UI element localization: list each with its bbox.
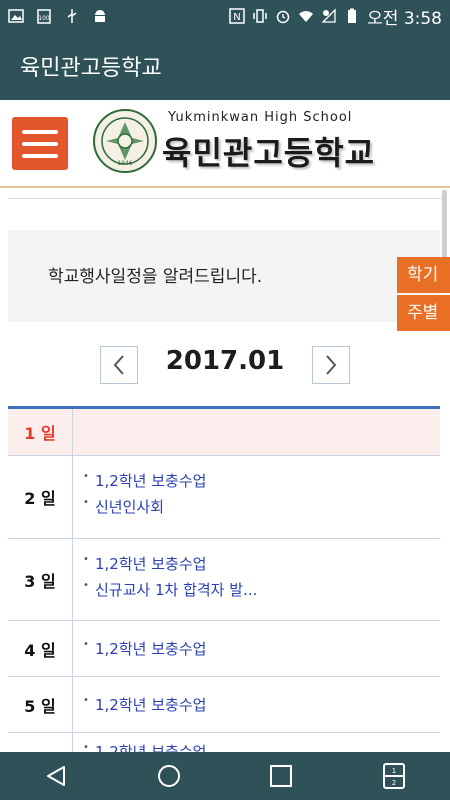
next-month-button[interactable] [312, 346, 350, 384]
day-label: 2 일 [8, 456, 73, 538]
android-icon [95, 10, 105, 22]
event-list: •1,2학년 보충수업 [73, 677, 440, 732]
notice-box: 학교행사일정을 알려드립니다. 학기 주별 [8, 230, 450, 331]
chevron-right-icon [326, 355, 337, 375]
hamburger-icon-bar [22, 129, 58, 134]
back-icon [47, 766, 66, 786]
table-row: 5 일 • 1,2학년 보충수업 [8, 677, 440, 733]
table-row: 1 일 [8, 409, 440, 456]
day-label: 1 일 [8, 409, 73, 455]
event-link[interactable]: • 신년인사회 [83, 494, 440, 520]
dual-window-icon: 12 [382, 763, 405, 789]
svg-text:1: 1 [392, 767, 396, 775]
menu-button[interactable] [12, 117, 68, 170]
home-button[interactable] [154, 761, 184, 791]
weekly-button[interactable]: 주별 [397, 295, 450, 331]
divider [8, 198, 442, 199]
hamburger-icon-bar [22, 141, 58, 146]
table-row: 3 일 • 1,2학년 보충수업 • 신규교사 1차 합격자 발... [8, 539, 440, 621]
hamburger-icon-bar [22, 153, 58, 158]
event-link[interactable]: •1,2학년 보충수업 [83, 692, 440, 718]
semester-button[interactable]: 학기 [397, 257, 450, 293]
alarm-icon [276, 10, 290, 24]
svg-text:100: 100 [38, 15, 50, 22]
event-link[interactable]: •1,2학년 보충수업 [83, 468, 440, 494]
status-time: 오전 3:58 [367, 8, 442, 29]
battery-100-icon: 100 [37, 9, 51, 24]
recents-icon [270, 765, 293, 787]
table-row: 4 일 • 1,2학년 보충수업 [8, 621, 440, 677]
app-bar: 육민관고등학교 [0, 32, 450, 100]
wifi-icon [299, 11, 314, 22]
image-icon [8, 9, 24, 23]
status-bar: 100 N 오전 3:58 [0, 0, 450, 32]
month-label: 2017.01 [165, 346, 285, 376]
day-label: 5 일 [8, 677, 73, 732]
day-label: 4 일 [8, 621, 73, 676]
calendar-table: 1 일 2 일 • 1,2학년 보충수업 • 신년인사회 3 일 • 1,2학년 보충… [8, 406, 440, 773]
site-header: 1946 Yukminkwan High School 육민관고등학교 [0, 100, 450, 188]
school-name-en: Yukminkwan High School [168, 110, 353, 125]
app-title: 육민관고등학교 [20, 56, 162, 81]
month-navigation: 2017.01 [0, 340, 450, 390]
event-link[interactable]: •1,2학년 보충수업 [83, 636, 440, 662]
event-list [73, 409, 440, 455]
system-nav-bar: 12 [0, 752, 450, 800]
vibrate-icon [253, 9, 267, 23]
usb-icon [67, 9, 77, 23]
dual-window-button[interactable]: 12 [379, 761, 409, 791]
day-label: 3 일 [8, 539, 73, 620]
battery-icon [348, 8, 357, 23]
back-button[interactable] [41, 761, 71, 791]
emblem-year: 1946 [117, 160, 132, 167]
school-emblem-icon[interactable]: 1946 [92, 108, 158, 174]
event-link[interactable]: • 신규교사 1차 합격자 발... [83, 577, 440, 603]
event-list: •1,2학년 보충수업 [73, 621, 440, 676]
svg-text:N: N [233, 12, 240, 23]
recents-button[interactable] [266, 761, 296, 791]
svg-text:2: 2 [392, 779, 396, 787]
event-list: • 1,2학년 보충수업 • 신년인사회 [73, 456, 440, 538]
nfc-icon: N [229, 8, 245, 24]
notice-text: 학교행사일정을 알려드립니다. [48, 267, 263, 287]
home-icon [157, 765, 180, 787]
event-link[interactable]: •1,2학년 보충수업 [83, 551, 440, 577]
table-row: 2 일 • 1,2학년 보충수업 • 신년인사회 [8, 456, 440, 539]
school-name-ko[interactable]: 육민관고등학교 [162, 128, 375, 174]
event-list: • 1,2학년 보충수업 • 신규교사 1차 합격자 발... [73, 539, 440, 620]
no-signal-icon [321, 8, 336, 23]
